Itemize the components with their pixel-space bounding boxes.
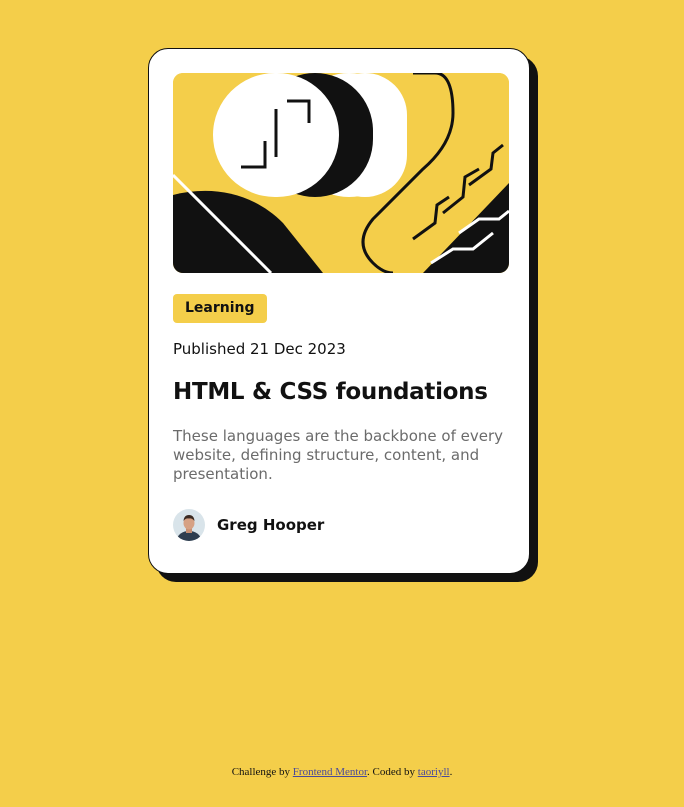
attribution-prefix: Challenge by <box>231 766 293 778</box>
category-tag: Learning <box>173 294 267 323</box>
attribution-middle: . Coded by <box>367 766 418 778</box>
author-name: Greg Hooper <box>217 516 325 534</box>
user-avatar-icon <box>173 509 205 541</box>
author: Greg Hooper <box>173 509 324 541</box>
avatar <box>173 509 205 541</box>
code-illustration-icon <box>173 73 509 273</box>
attribution-suffix: . <box>449 766 453 778</box>
blog-preview-card: Learning Published 21 Dec 2023 HTML & CS… <box>148 48 530 574</box>
hero-illustration <box>173 73 509 273</box>
card-title[interactable]: HTML & CSS foundations <box>173 377 488 407</box>
frontend-mentor-link[interactable]: Frontend Mentor <box>293 766 367 778</box>
author-link[interactable]: taoriyll <box>418 766 450 778</box>
published-date: Published 21 Dec 2023 <box>173 340 346 358</box>
attribution: Challenge by Frontend Mentor. Coded by t… <box>0 765 684 779</box>
card-description: These languages are the backbone of ever… <box>173 427 503 483</box>
